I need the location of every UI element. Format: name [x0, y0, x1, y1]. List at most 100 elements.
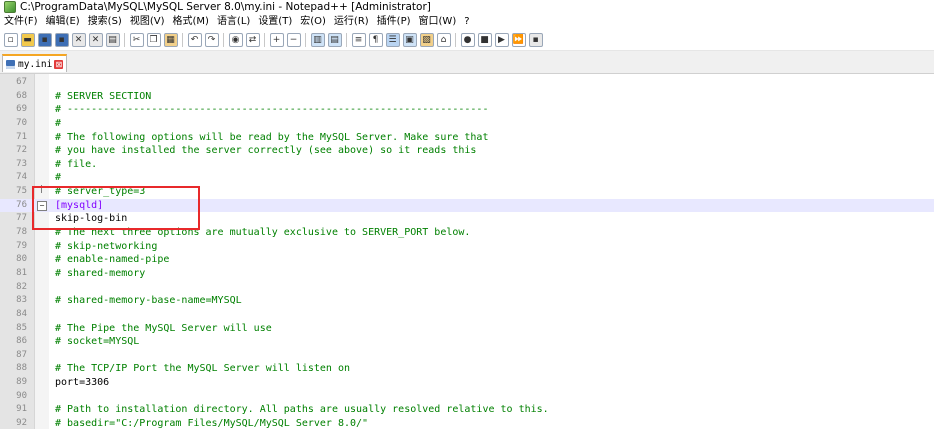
indent-guide-icon[interactable]: ☰ [385, 33, 400, 47]
zoom-in-icon[interactable]: + [269, 33, 284, 47]
menu-item-5[interactable]: 语言(L) [213, 14, 254, 30]
close-icon[interactable]: ✕ [71, 33, 86, 47]
paste-icon[interactable]: ▦ [163, 33, 178, 47]
code-line[interactable]: 81 # shared-memory [0, 267, 934, 281]
menu-item-1[interactable]: 编辑(E) [42, 14, 84, 30]
menu-item-3[interactable]: 视图(V) [126, 14, 169, 30]
code-line[interactable]: 80 # enable-named-pipe [0, 253, 934, 267]
menu-item-4[interactable]: 格式(M) [169, 14, 213, 30]
code-line[interactable]: 87 [0, 349, 934, 363]
doc-map-icon[interactable]: ▣ [402, 33, 417, 47]
code-line[interactable]: 76− [mysqld] [0, 198, 934, 213]
code-line[interactable]: 69 # ------------------------------------… [0, 103, 934, 117]
toolbar-separator [124, 33, 125, 47]
line-number: 85 [16, 322, 27, 333]
line-number: 75 [16, 186, 27, 197]
line-number: 88 [16, 363, 27, 374]
line-number: 76 [16, 199, 27, 210]
menu-item-10[interactable]: 窗口(W) [415, 14, 461, 30]
copy-icon[interactable]: ❐ [146, 33, 161, 47]
code-line[interactable]: 88 # The TCP/IP Port the MySQL Server wil… [0, 362, 934, 376]
code-line[interactable]: 68 # SERVER SECTION [0, 90, 934, 104]
toolbar-separator [223, 33, 224, 47]
comment-text: # shared-memory-base-name=MYSQL [55, 295, 242, 307]
line-number: 70 [16, 117, 27, 128]
tab-label: my.ini [18, 58, 53, 70]
function-list-icon[interactable]: ▧ [419, 33, 434, 47]
code-line[interactable]: 86 # socket=MYSQL [0, 335, 934, 349]
save-all-icon[interactable]: ▪ [54, 33, 69, 47]
comment-text: # shared-memory [55, 267, 146, 279]
line-number: 90 [16, 390, 27, 401]
menu-item-7[interactable]: 宏(O) [296, 14, 330, 30]
menu-item-9[interactable]: 插件(P) [373, 14, 415, 30]
print-icon[interactable]: ▤ [105, 33, 120, 47]
comment-text: # basedir="C:/Program Files/MySQL/MySQL … [55, 418, 369, 429]
fold-collapse-icon[interactable]: − [37, 200, 47, 211]
tab-my-ini[interactable]: my.ini ⊠ [2, 54, 68, 72]
run-macro-multiple-icon[interactable]: ⏩ [511, 33, 526, 47]
line-number: 89 [16, 377, 27, 388]
save-macro-icon[interactable]: ▪ [528, 33, 543, 47]
code-line[interactable]: 78 # The next three options are mutually … [0, 226, 934, 240]
comment-text: # [55, 117, 62, 129]
code-lines[interactable]: 67 68 # SERVER SECTION 69 # ----------------… [0, 76, 934, 429]
code-line[interactable]: 89 port=3306 [0, 376, 934, 390]
code-line[interactable]: 92 # basedir="C:/Program Files/MySQL/MySQ… [0, 417, 934, 429]
playback-icon[interactable]: ▶ [494, 33, 509, 47]
comment-text: # skip-networking [55, 240, 158, 252]
editor-area[interactable]: 67 68 # SERVER SECTION 69 # ----------------… [0, 74, 934, 429]
show-all-chars-icon[interactable]: ¶ [368, 33, 383, 47]
redo-icon[interactable]: ↷ [204, 33, 219, 47]
record-macro-icon[interactable]: ● [460, 33, 475, 47]
line-number: 82 [16, 281, 27, 292]
folder-as-workspace-icon[interactable]: ⌂ [436, 33, 451, 47]
code-line[interactable]: 75 # server_type=3 [0, 185, 934, 199]
new-file-icon[interactable]: ▫ [3, 33, 18, 47]
line-number: 92 [16, 418, 27, 429]
code-line[interactable]: 67 [0, 76, 934, 90]
tab-close-icon[interactable]: ⊠ [54, 59, 64, 69]
menu-item-0[interactable]: 文件(F) [0, 14, 42, 30]
line-number: 77 [16, 213, 27, 224]
menu-item-2[interactable]: 搜索(S) [84, 14, 126, 30]
menu-item-6[interactable]: 设置(T) [254, 14, 296, 30]
code-line[interactable]: 77 skip-log-bin [0, 212, 934, 226]
fold-end-marker-icon [41, 185, 42, 194]
ini-section-header: [mysqld] [55, 199, 104, 211]
cut-icon[interactable]: ✂ [129, 33, 144, 47]
code-line[interactable]: 82 [0, 281, 934, 295]
open-file-icon[interactable]: ▬ [20, 33, 35, 47]
line-number: 81 [16, 267, 27, 278]
code-line[interactable]: 90 [0, 390, 934, 404]
comment-text: # enable-named-pipe [55, 254, 170, 266]
code-line[interactable]: 71 # The following options will be read b… [0, 131, 934, 145]
sync-vertical-icon[interactable]: ▥ [310, 33, 325, 47]
code-line[interactable]: 84 [0, 308, 934, 322]
line-number: 83 [16, 295, 27, 306]
code-line[interactable]: 79 # skip-networking [0, 240, 934, 254]
title-bar: C:\ProgramData\MySQL\MySQL Server 8.0\my… [0, 0, 934, 14]
code-line[interactable]: 74 # [0, 171, 934, 185]
find-icon[interactable]: ◉ [228, 33, 243, 47]
code-line[interactable]: 72 # you have installed the server correc… [0, 144, 934, 158]
code-line[interactable]: 91 # Path to installation directory. All … [0, 403, 934, 417]
code-line[interactable]: 73 # file. [0, 158, 934, 172]
save-icon[interactable]: ▪ [37, 33, 52, 47]
sync-horizontal-icon[interactable]: ▤ [327, 33, 342, 47]
toolbar: ▫ ▬ ▪ ▪ ✕ ✕ ▤ ✂ ❐ ▦ ↶ ↷ ◉ ⇄ + − ▥ ▤ ≡ ¶ ☰ ▣ ▧ ⌂ ● ■ ▶ ⏩ ▪ [0, 30, 934, 51]
comment-text: # The TCP/IP Port the MySQL Server will … [55, 363, 351, 375]
line-number: 78 [16, 227, 27, 238]
code-line[interactable]: 83 # shared-memory-base-name=MYSQL [0, 294, 934, 308]
menu-item-8[interactable]: 运行(R) [330, 14, 373, 30]
menu-item-11[interactable]: ? [460, 14, 473, 30]
undo-icon[interactable]: ↶ [187, 33, 202, 47]
code-text: skip-log-bin [55, 213, 128, 225]
word-wrap-icon[interactable]: ≡ [351, 33, 366, 47]
close-all-icon[interactable]: ✕ [88, 33, 103, 47]
replace-icon[interactable]: ⇄ [245, 33, 260, 47]
code-line[interactable]: 85 # The Pipe the MySQL Server will use [0, 322, 934, 336]
code-line[interactable]: 70 # [0, 117, 934, 131]
stop-record-icon[interactable]: ■ [477, 33, 492, 47]
zoom-out-icon[interactable]: − [286, 33, 301, 47]
